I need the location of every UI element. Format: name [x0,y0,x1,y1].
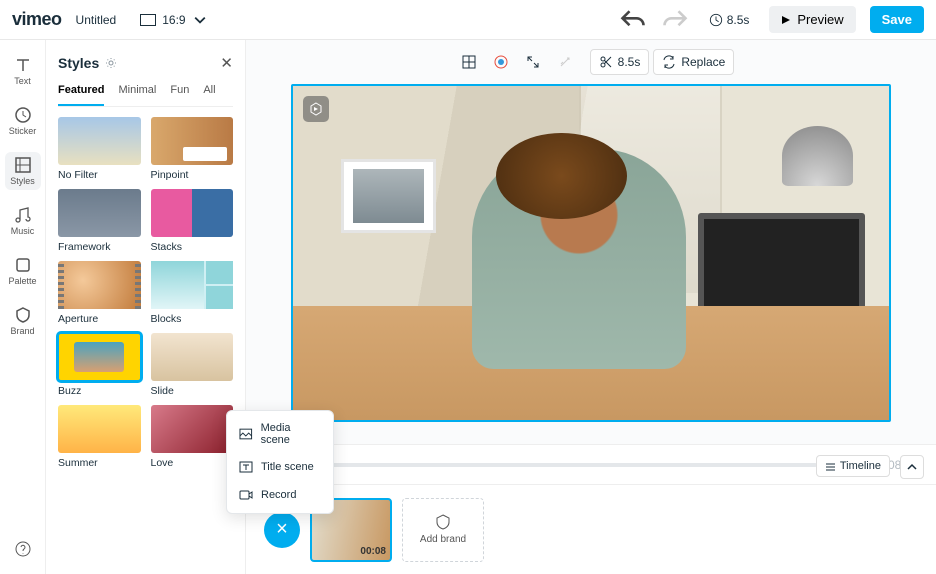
scissors-icon [599,55,613,69]
trim-button[interactable]: 8.5s [590,49,650,75]
color-button[interactable] [486,50,516,74]
clock-icon [709,13,723,27]
panel-title: Styles [58,55,117,71]
left-rail: Text Sticker Styles Music Palette Brand [0,40,46,574]
styles-panel: Styles ✕ Featured Minimal Fun All No Fil… [46,40,246,574]
fit-button[interactable] [518,50,548,74]
document-title[interactable]: Untitled [76,13,117,27]
chevron-up-icon [907,462,917,472]
close-panel-button[interactable]: ✕ [220,54,233,72]
help-button[interactable] [5,536,41,562]
top-bar: vimeo Untitled 16:9 8.5s Preview Save [0,0,936,40]
style-blocks[interactable]: Blocks [151,261,234,325]
scrubber[interactable] [308,463,817,467]
style-aperture[interactable]: Aperture [58,261,141,325]
rail-styles[interactable]: Styles [5,152,41,190]
style-slide[interactable]: Slide [151,333,234,397]
tab-minimal[interactable]: Minimal [118,84,156,106]
vimeo-logo: vimeo [12,9,62,30]
tab-all[interactable]: All [203,84,215,106]
save-button[interactable]: Save [870,6,924,33]
redo-button[interactable] [661,6,689,34]
menu-record[interactable]: Record [227,481,333,509]
menu-title-scene[interactable]: Title scene [227,453,333,481]
tab-fun[interactable]: Fun [170,84,189,106]
magic-button[interactable] [550,50,580,74]
style-no-filter[interactable]: No Filter [58,117,141,181]
canvas-frame[interactable] [291,84,891,422]
total-duration: 8.5s [703,13,756,27]
rail-brand[interactable]: Brand [5,302,41,340]
timeline-toggle[interactable]: Timeline [816,455,890,477]
scene-strip: Timeline × 00:08 Add brand [246,484,936,574]
media-badge-icon[interactable] [303,96,329,122]
canvas-toolbar: 8.5s Replace [246,40,936,84]
undo-button[interactable] [619,6,647,34]
rail-text[interactable]: Text [5,52,41,90]
style-summer[interactable]: Summer [58,405,141,469]
replace-icon [662,55,676,69]
expand-button[interactable] [900,455,924,479]
style-buzz[interactable]: Buzz [58,333,141,397]
menu-media-scene[interactable]: Media scene [227,415,333,453]
style-framework[interactable]: Framework [58,189,141,253]
aspect-ratio-dropdown[interactable]: 16:9 [130,9,217,31]
style-tabs: Featured Minimal Fun All [58,84,233,107]
rail-palette[interactable]: Palette [5,252,41,290]
style-love[interactable]: Love [151,405,234,469]
replace-button[interactable]: Replace [653,49,734,75]
rail-sticker[interactable]: Sticker [5,102,41,140]
rail-music[interactable]: Music [5,202,41,240]
add-brand-card[interactable]: Add brand [402,498,484,562]
brand-icon [435,514,451,530]
layout-button[interactable] [454,50,484,74]
style-stacks[interactable]: Stacks [151,189,234,253]
gear-icon[interactable] [105,57,117,69]
play-icon [781,15,791,25]
add-scene-fab[interactable]: × [264,512,300,548]
preview-button[interactable]: Preview [769,6,855,33]
style-pinpoint[interactable]: Pinpoint [151,117,234,181]
aspect-icon [140,14,156,26]
timeline-icon [825,461,836,472]
tab-featured[interactable]: Featured [58,84,104,106]
add-scene-menu: Media scene Title scene Record [226,410,334,514]
chevron-down-icon [192,14,208,26]
